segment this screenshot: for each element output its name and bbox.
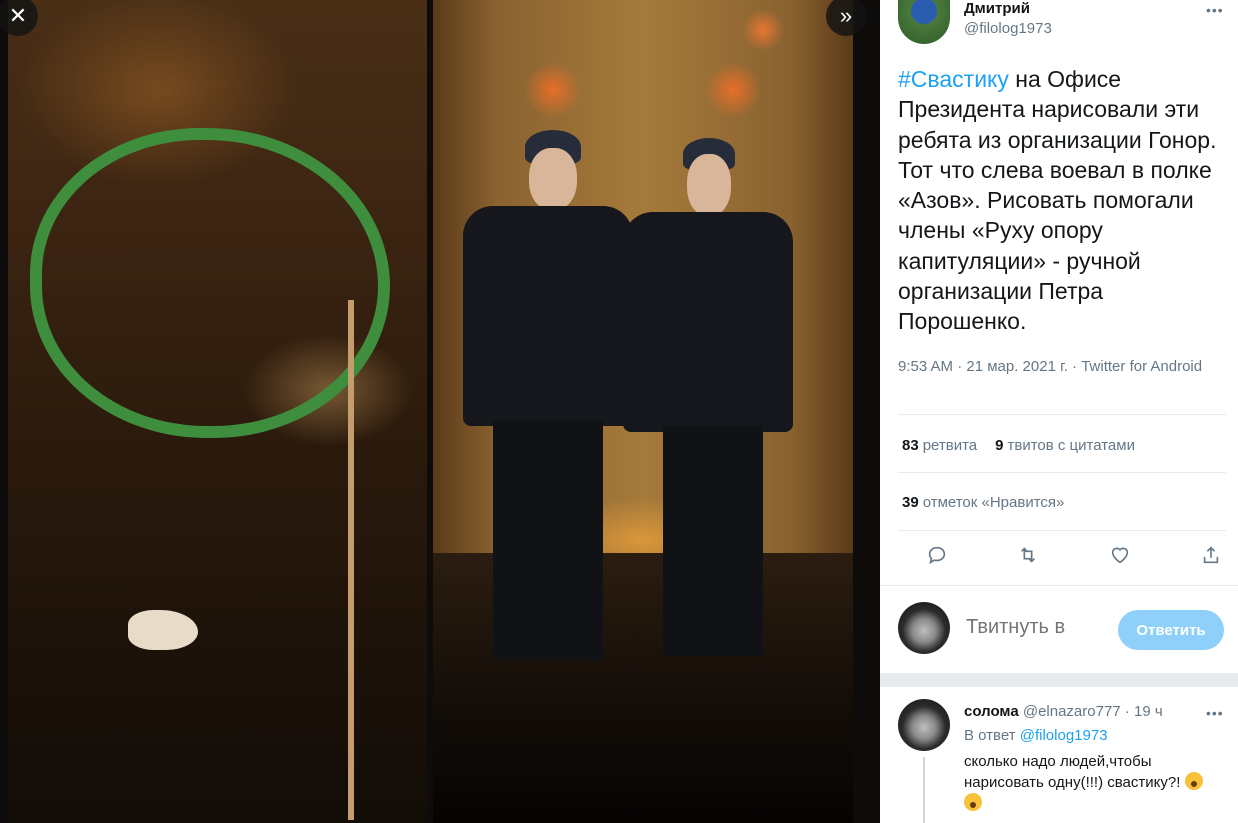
reply-to-handle-link[interactable]: @filolog1973 <box>1020 727 1108 744</box>
reply-input[interactable] <box>966 616 1106 639</box>
more-options-icon[interactable]: ••• <box>1206 705 1224 721</box>
likes-stat-row: 39 отметок «Нравится» <box>902 494 1064 511</box>
green-circle-highlight <box>30 128 390 438</box>
reply-header: солома @elnazaro777 · 19 ч <box>964 703 1163 720</box>
pole <box>348 300 354 820</box>
avatar[interactable] <box>898 699 950 751</box>
reply-time[interactable]: · 19 ч <box>1121 703 1163 720</box>
divider <box>898 414 1226 415</box>
jacket <box>623 212 793 432</box>
tweet-author[interactable]: Дмитрий @filolog1973 <box>898 0 1052 44</box>
astonished-face-icon <box>964 793 982 811</box>
avatar[interactable] <box>898 0 950 44</box>
trousers <box>493 420 603 660</box>
divider <box>898 472 1226 473</box>
person-left <box>463 130 633 690</box>
more-options-icon[interactable]: ••• <box>1206 2 1224 18</box>
tweet-text: #Свастику на Офисе Президента нарисовали… <box>898 64 1228 337</box>
retweet-icon[interactable] <box>1017 544 1043 570</box>
face-with-rolling-eyes-icon <box>1184 772 1203 790</box>
face <box>529 148 577 210</box>
author-name[interactable]: Дмитрий <box>964 0 1052 18</box>
person-right <box>623 138 793 698</box>
tweet-timestamp[interactable]: 9:53 AM · 21 мар. 2021 г. · Twitter for … <box>898 356 1208 378</box>
tweet-body: на Офисе Президента нарисовали эти ребят… <box>898 66 1217 335</box>
hashtag-link[interactable]: #Свастику <box>898 66 1009 92</box>
jacket <box>463 206 633 426</box>
media-viewer: ✕ » <box>0 0 880 823</box>
reply-button[interactable]: Ответить <box>1118 610 1224 650</box>
share-icon[interactable] <box>1200 544 1226 570</box>
current-user-avatar <box>898 602 950 654</box>
reply-author-name[interactable]: солома <box>964 703 1019 720</box>
retweets-stat[interactable]: 83 ретвита <box>902 437 977 454</box>
reply-composer: Ответить <box>880 585 1238 673</box>
like-icon[interactable] <box>1109 544 1135 570</box>
tweet-stats-row: 83 ретвита 9 твитов с цитатами <box>902 437 1135 454</box>
quotes-stat[interactable]: 9 твитов с цитатами <box>995 437 1135 454</box>
section-separator <box>880 673 1238 687</box>
likes-stat[interactable]: 39 отметок «Нравится» <box>902 494 1064 511</box>
photo-graffiti-closeup[interactable] <box>8 0 427 823</box>
reply-tweet[interactable]: солома @elnazaro777 · 19 ч ••• В ответ @… <box>880 687 1238 823</box>
reply-text: сколько надо людей,чтобы нарисовать одну… <box>964 751 1224 814</box>
reply-icon[interactable] <box>926 544 952 570</box>
trousers <box>663 426 763 656</box>
thread-line <box>923 757 925 823</box>
divider <box>898 530 1226 531</box>
photo-two-men[interactable] <box>433 0 853 823</box>
author-handle[interactable]: @filolog1973 <box>964 18 1052 40</box>
next-photo-icon[interactable]: » <box>826 0 866 36</box>
tweet-panel: Дмитрий @filolog1973 ••• #Свастику на Оф… <box>880 0 1238 823</box>
tweet-actions <box>926 544 1226 570</box>
reply-author-handle[interactable]: @elnazaro777 <box>1023 703 1121 720</box>
paper-scrap <box>128 610 198 650</box>
reply-to: В ответ @filolog1973 <box>964 727 1108 744</box>
face <box>687 154 731 216</box>
